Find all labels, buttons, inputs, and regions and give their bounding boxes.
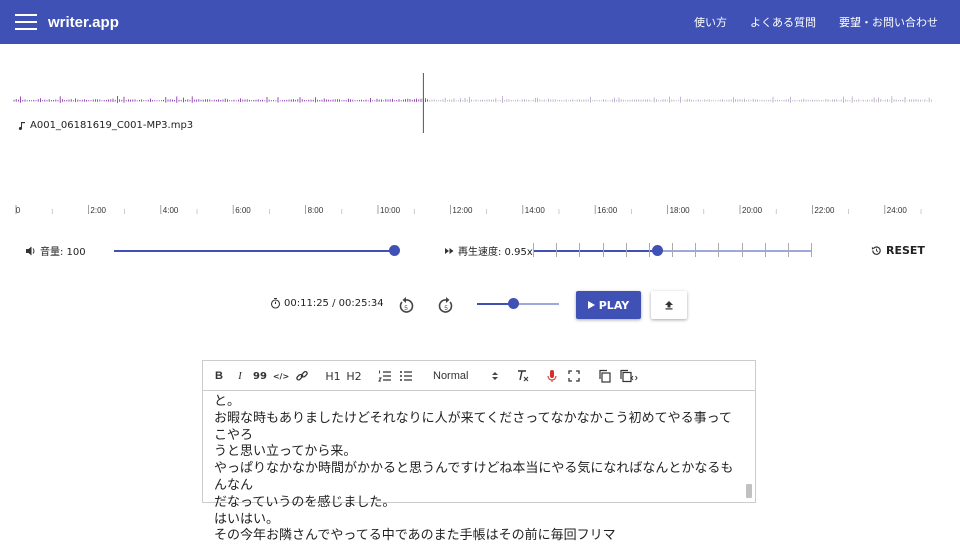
fullscreen-icon[interactable] xyxy=(568,368,580,384)
speed-tick xyxy=(625,243,627,257)
speed-tick xyxy=(718,243,720,257)
menu-icon[interactable] xyxy=(15,14,37,30)
speed-tick xyxy=(672,243,673,257)
timeline-label: 20:00 xyxy=(742,206,763,215)
format-select[interactable]: Normal xyxy=(433,368,503,384)
time-display: 00:11:25 / 00:25:34 xyxy=(270,297,384,309)
timeline-label: 22:00 xyxy=(814,206,835,215)
volume-icon xyxy=(26,246,35,255)
timeline-label: 2:00 xyxy=(90,206,106,215)
italic-button[interactable]: I xyxy=(233,368,247,384)
speed-slider-thumb[interactable] xyxy=(652,245,663,256)
timeline-label: 6:00 xyxy=(235,206,251,215)
waveform-timeline[interactable]: 0 2:00 4:00 6:00 8:00 10:00 12:00 14:00 16:00 18:… xyxy=(0,44,960,224)
speed-tick xyxy=(648,243,650,257)
transcript-editor: B I 99 </> H1 H2 Normal と。 お暇な時もありましたけどそ… xyxy=(202,360,756,543)
bold-button[interactable]: B xyxy=(212,368,226,384)
timer-icon xyxy=(270,297,281,309)
reset-icon xyxy=(871,246,881,255)
ordered-list-icon[interactable] xyxy=(378,368,392,384)
timeline-label: 24:00 xyxy=(887,206,908,215)
transcript-line: やっぱりなかなか時間がかかると思うんですけどね本当にやる気になればなんとかなるも… xyxy=(214,461,734,493)
reset-button[interactable]: RESET xyxy=(871,244,925,257)
nav-link-contact[interactable]: 要望・お問い合わせ xyxy=(839,14,938,30)
transcript-line: うと思い立ってから来。 xyxy=(214,444,357,460)
heading-2-button[interactable]: H2 xyxy=(346,368,362,384)
timeline-label: 18:00 xyxy=(670,206,691,215)
speed-tick xyxy=(579,243,581,257)
editor-scrollbar-thumb[interactable] xyxy=(746,484,752,498)
waveform-marks xyxy=(13,96,932,103)
audio-filename: A001_06181619_C001-MP3.mp3 xyxy=(30,120,194,131)
upload-button[interactable] xyxy=(651,291,687,319)
format-select-value: Normal xyxy=(433,370,469,382)
timeline-label: 0 xyxy=(16,206,21,215)
transcript-line: と。 xyxy=(214,394,241,409)
music-note-icon xyxy=(18,121,25,130)
fast-forward-icon xyxy=(445,247,454,254)
link-icon[interactable] xyxy=(295,368,309,384)
mic-icon[interactable] xyxy=(546,368,558,384)
speed-tick xyxy=(556,243,558,257)
transcript-line: その今年お隣さんでやってる中であのまた手帳はその前に毎回フリマ xyxy=(214,528,616,544)
transcript-line: だなっていうのを感じました。 xyxy=(214,494,396,510)
timeline-ticks: 0 2:00 4:00 6:00 8:00 10:00 12:00 14:00 16:00 18:… xyxy=(15,205,922,215)
replay-5-icon[interactable]: 5 xyxy=(396,296,416,316)
timeline-label: 14:00 xyxy=(525,206,546,215)
seek-slider-thumb[interactable] xyxy=(508,298,519,309)
play-label: PLAY xyxy=(598,298,630,312)
play-button[interactable]: PLAY xyxy=(576,291,641,319)
speed-tick xyxy=(695,243,697,257)
speed-tick xyxy=(787,243,789,257)
transcript-line: はいはい。 xyxy=(214,511,280,527)
reset-label: RESET xyxy=(886,244,925,257)
bullet-list-icon[interactable] xyxy=(399,368,413,384)
transcript-line: お暇な時もありましたけどそれなりに人が来てくださってなかなかこう初めてやる事って… xyxy=(214,410,732,443)
seek-slider-track[interactable] xyxy=(513,303,559,305)
speed-tick xyxy=(602,243,604,257)
audio-file: A001_06181619_C001-MP3.mp3 xyxy=(18,120,193,131)
volume-label: 音量: 100 xyxy=(40,247,86,258)
speed-control: 再生速度: 0.95x xyxy=(444,243,533,258)
time-text: 00:11:25 / 00:25:34 xyxy=(284,297,384,309)
heading-1-button[interactable]: H1 xyxy=(325,368,341,384)
copy-icon[interactable] xyxy=(598,368,612,384)
timeline-label: 8:00 xyxy=(308,206,324,215)
editor-toolbar: B I 99 </> H1 H2 Normal xyxy=(203,361,755,391)
app-bar: writer.app 使い方 よくある質問 要望・お問い合わせ xyxy=(0,0,960,44)
play-icon xyxy=(587,301,595,309)
editor-scrollbar[interactable] xyxy=(745,392,753,502)
transcript-content[interactable]: と。 お暇な時もありましたけどそれなりに人が来てくださってなかなかこう初めてやる… xyxy=(214,394,734,545)
forward-5-icon[interactable]: 5 xyxy=(436,296,456,316)
brand-title[interactable]: writer.app xyxy=(48,14,119,31)
speed-label: 再生速度: 0.95x xyxy=(458,247,533,258)
top-nav: 使い方 よくある質問 要望・お問い合わせ xyxy=(694,0,960,44)
speed-tick xyxy=(533,243,534,257)
timeline-label: 10:00 xyxy=(380,206,401,215)
copy-code-icon[interactable] xyxy=(619,368,639,384)
nav-link-faq[interactable]: よくある質問 xyxy=(750,14,816,30)
speed-tick xyxy=(811,243,812,257)
speed-tick xyxy=(764,243,766,257)
timeline-label: 12:00 xyxy=(452,206,473,215)
nav-link-howto[interactable]: 使い方 xyxy=(694,14,727,30)
select-arrows-icon xyxy=(492,372,499,380)
volume-control: 音量: 100 xyxy=(25,243,86,258)
timeline-label: 16:00 xyxy=(597,206,618,215)
upload-icon xyxy=(665,301,673,310)
volume-slider-track[interactable] xyxy=(114,250,395,252)
volume-slider-thumb[interactable] xyxy=(389,245,400,256)
speed-tick xyxy=(741,243,743,257)
code-button[interactable]: </> xyxy=(273,368,289,384)
clear-format-icon[interactable] xyxy=(516,368,530,384)
speed-slider-fill xyxy=(533,250,657,252)
timeline-label: 4:00 xyxy=(163,206,179,215)
quote-button[interactable]: 99 xyxy=(253,368,267,384)
